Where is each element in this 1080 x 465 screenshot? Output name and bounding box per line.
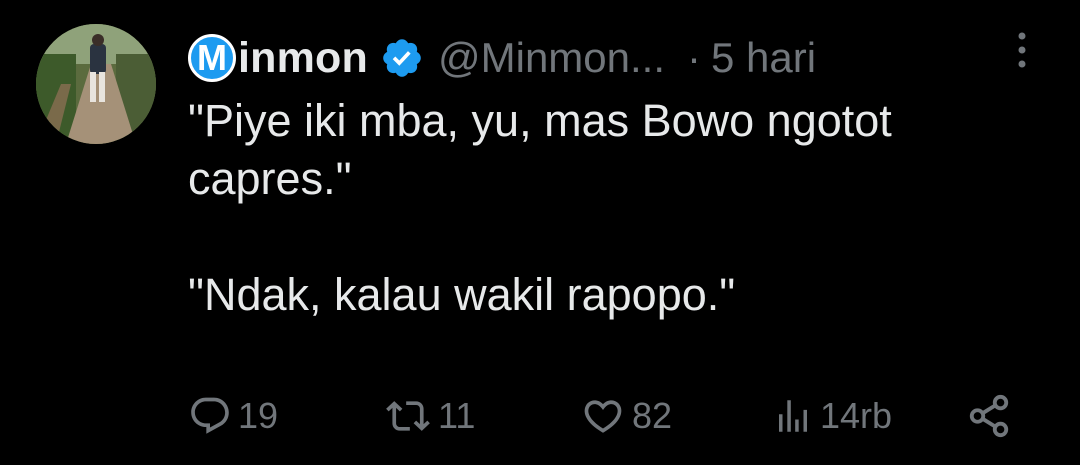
timestamp[interactable]: 5 hari (711, 34, 816, 82)
like-count: 82 (632, 395, 673, 436)
display-name[interactable]: inmon (238, 34, 368, 83)
tweet-text: "Piye iki mba, yu, mas Bowo ngotot capre… (188, 95, 892, 320)
reply-button[interactable]: 19 (188, 388, 278, 444)
tweet-header: M inmon @Minmon... · 5 hari (188, 30, 816, 86)
action-bar: 19 11 82 14rb (188, 388, 1048, 444)
retweet-button[interactable]: 11 (384, 388, 475, 444)
name-badge-icon[interactable]: M (188, 34, 236, 82)
avatar[interactable] (36, 24, 156, 144)
share-button[interactable] (966, 388, 1012, 444)
more-options-icon[interactable] (1010, 28, 1034, 72)
tweet[interactable]: M inmon @Minmon... · 5 hari "Piye iki mb… (0, 0, 1080, 465)
separator-dot: · (687, 34, 702, 81)
retweet-count: 11 (438, 395, 476, 436)
heart-icon (584, 400, 622, 433)
reply-icon (191, 397, 229, 434)
like-button[interactable]: 82 (580, 388, 672, 444)
handle[interactable]: @Minmon... (438, 34, 665, 82)
retweet-icon (386, 401, 430, 431)
views-button[interactable]: 14rb (772, 388, 892, 444)
views-icon (779, 400, 807, 432)
views-count: 14rb (820, 395, 893, 436)
reply-count: 19 (238, 395, 279, 436)
avatar-photo (36, 24, 156, 144)
verified-badge-icon (380, 36, 424, 80)
share-icon (969, 394, 1009, 438)
